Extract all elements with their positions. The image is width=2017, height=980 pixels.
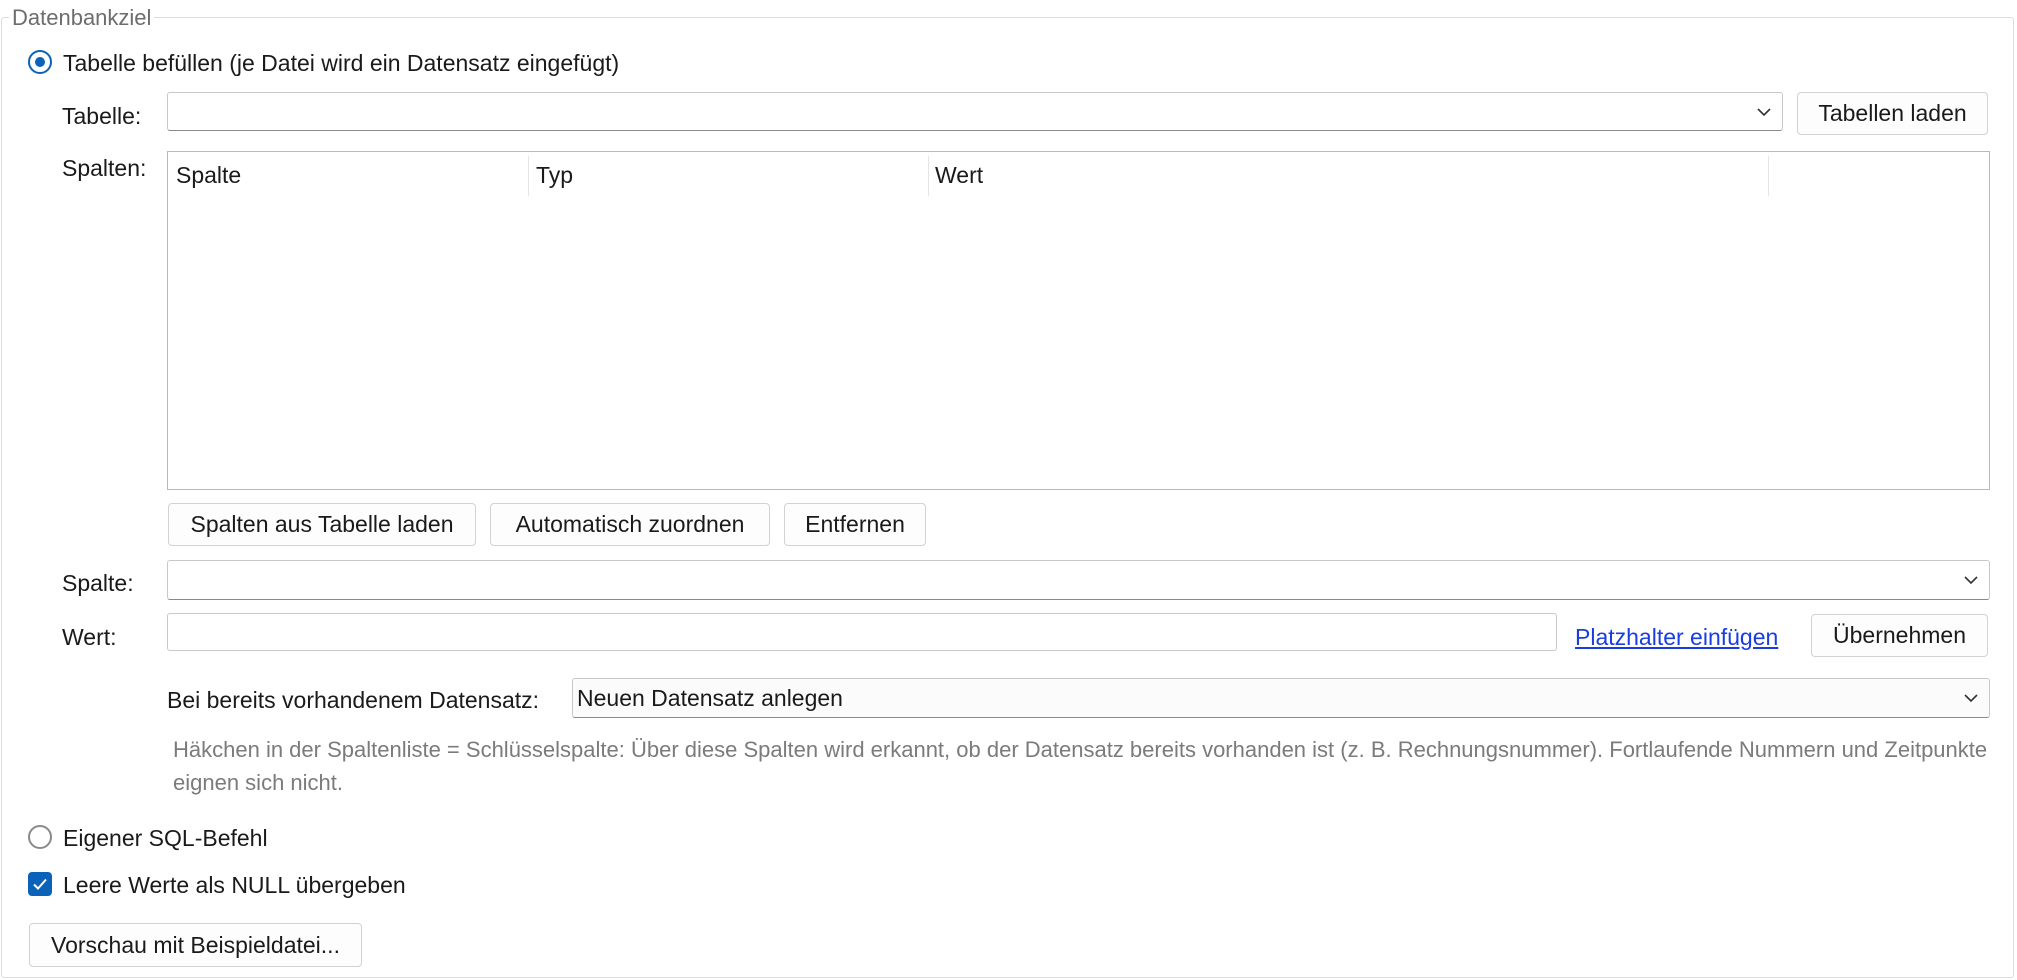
radio-table-mode[interactable] <box>28 50 52 74</box>
column-select-label: Spalte: <box>62 570 134 596</box>
key-column-hint: Häkchen in der Spaltenliste = Schlüssels… <box>173 737 1988 795</box>
preview-with-sample-file-button[interactable]: Vorschau mit Beispieldatei... <box>29 923 362 967</box>
load-tables-button[interactable]: Tabellen laden <box>1797 92 1988 135</box>
existing-record-combobox[interactable]: Neuen Datensatz anlegen <box>572 678 1990 718</box>
load-columns-from-table-button[interactable]: Spalten aus Tabelle laden <box>168 503 476 546</box>
column-separator[interactable] <box>528 156 529 196</box>
column-header-spalte[interactable]: Spalte <box>176 161 241 190</box>
chevron-down-icon <box>1964 694 1978 703</box>
column-separator[interactable] <box>928 156 929 196</box>
columns-listview[interactable]: Spalte Typ Wert <box>167 151 1990 490</box>
chevron-down-icon <box>1964 576 1978 585</box>
radio-sql-mode[interactable] <box>28 825 52 849</box>
radio-sql-mode-label: Eigener SQL-Befehl <box>63 825 268 851</box>
columns-label: Spalten: <box>62 155 147 181</box>
group-title: Datenbankziel <box>9 4 155 31</box>
column-combobox[interactable] <box>167 560 1990 600</box>
column-header-typ[interactable]: Typ <box>536 161 573 190</box>
value-input[interactable] <box>167 613 1557 651</box>
insert-placeholder-link[interactable]: Platzhalter einfügen <box>1575 626 1778 649</box>
apply-button[interactable]: Übernehmen <box>1811 614 1988 657</box>
existing-record-label: Bei bereits vorhandenem Datensatz: <box>167 687 540 713</box>
column-separator[interactable] <box>1768 156 1769 196</box>
null-checkbox[interactable] <box>28 872 52 896</box>
column-header-wert[interactable]: Wert <box>935 161 983 190</box>
table-combobox[interactable] <box>167 92 1783 131</box>
existing-record-value: Neuen Datensatz anlegen <box>577 685 843 711</box>
checkmark-icon <box>33 878 47 890</box>
remove-column-button[interactable]: Entfernen <box>784 503 926 546</box>
table-label: Tabelle: <box>62 103 142 129</box>
value-label: Wert: <box>62 624 117 650</box>
auto-assign-button[interactable]: Automatisch zuordnen <box>490 503 770 546</box>
radio-table-mode-label: Tabelle befüllen (je Datei wird ein Date… <box>63 50 620 76</box>
chevron-down-icon <box>1757 107 1771 116</box>
null-checkbox-label: Leere Werte als NULL übergeben <box>63 872 406 898</box>
